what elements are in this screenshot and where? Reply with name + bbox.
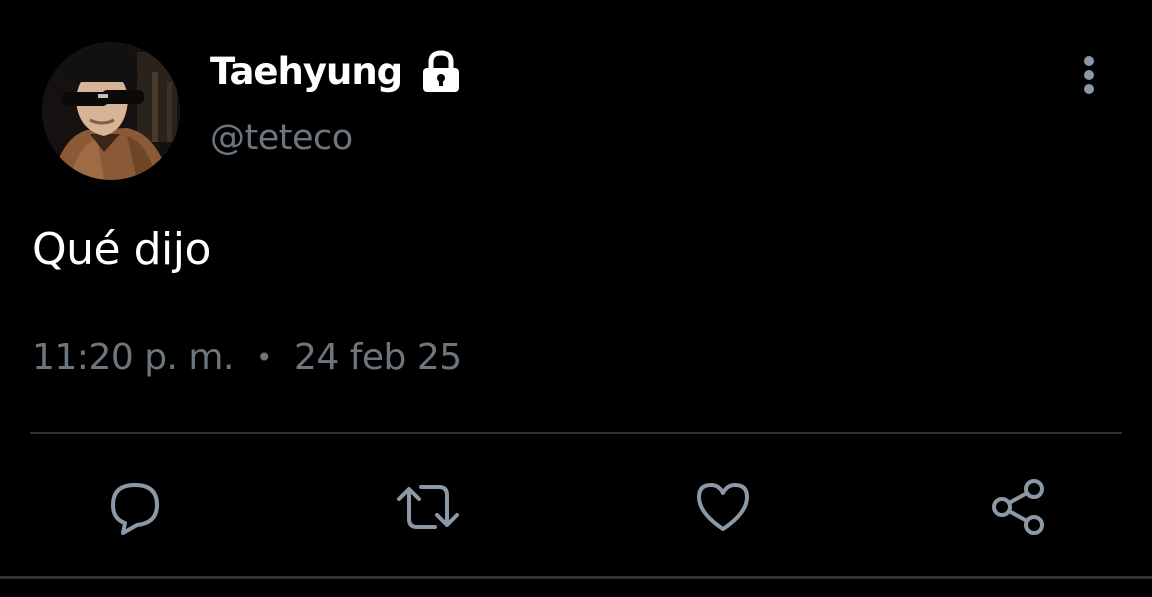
user-name-row: Taehyung bbox=[210, 47, 462, 97]
more-options-button[interactable] bbox=[1070, 52, 1108, 98]
timestamp-separator: • bbox=[255, 341, 273, 374]
avatar[interactable] bbox=[42, 42, 180, 180]
user-handle[interactable]: @teteco bbox=[210, 115, 353, 161]
retweet-icon bbox=[397, 485, 459, 529]
tweet-date: 24 feb 25 bbox=[293, 337, 462, 378]
divider bbox=[30, 432, 1122, 434]
display-name[interactable]: Taehyung bbox=[210, 47, 403, 97]
tweet-text: Qué dijo bbox=[32, 224, 211, 275]
reply-icon bbox=[111, 483, 159, 535]
tweet-time: 11:20 p. m. bbox=[32, 337, 234, 378]
retweet-button[interactable] bbox=[393, 472, 463, 542]
like-button[interactable] bbox=[688, 472, 758, 542]
tweet-detail: Taehyung @teteco Qué dijo 11:20 p. m. • … bbox=[0, 0, 1152, 597]
lock-icon bbox=[423, 50, 460, 92]
share-icon bbox=[992, 479, 1044, 535]
more-vertical-icon bbox=[1084, 56, 1094, 94]
heart-icon bbox=[697, 483, 749, 531]
reply-button[interactable] bbox=[100, 472, 170, 542]
divider bbox=[0, 576, 1152, 579]
tweet-timestamp: 11:20 p. m. • 24 feb 25 bbox=[32, 334, 462, 382]
share-button[interactable] bbox=[983, 472, 1053, 542]
